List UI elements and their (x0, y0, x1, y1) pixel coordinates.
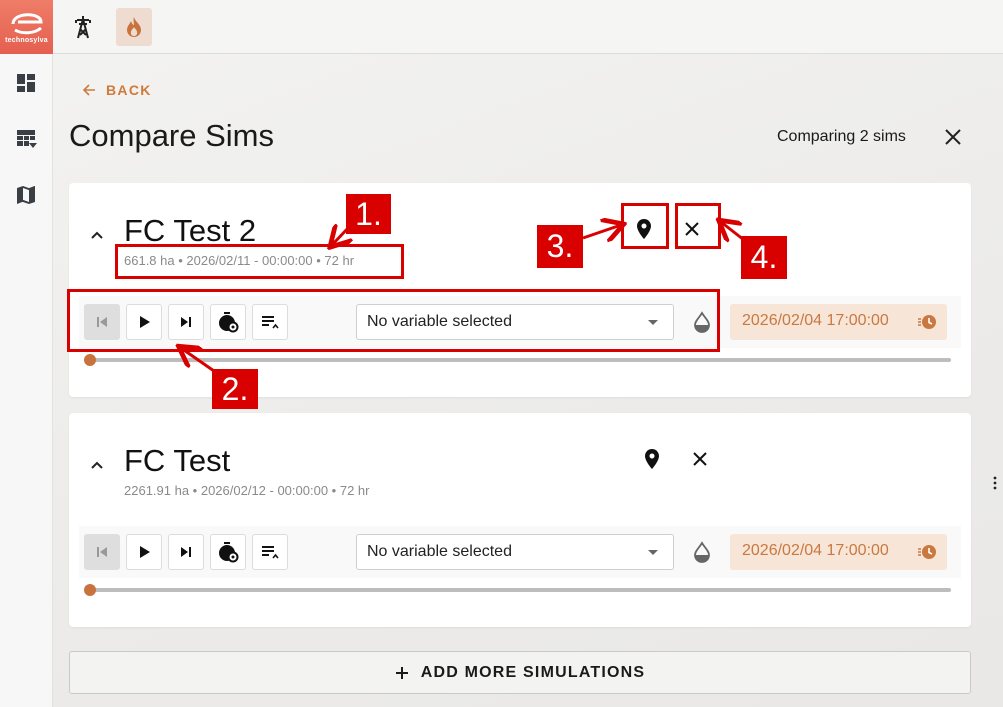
history-clock-icon (918, 315, 936, 329)
plus-icon (395, 666, 408, 679)
skip-end-button[interactable] (168, 534, 204, 570)
current-time-display[interactable]: 2026/02/04 17:00:00 (730, 304, 947, 340)
annotation-label-2: 2. (212, 369, 258, 409)
variable-select-value: No variable selected (367, 543, 512, 560)
remove-sim-icon[interactable] (688, 447, 712, 471)
arrow-left-icon (82, 84, 95, 96)
fire-button[interactable] (116, 8, 152, 46)
list-options-button[interactable] (252, 534, 288, 570)
comparing-count: Comparing 2 sims (777, 128, 906, 145)
back-button[interactable]: BACK (82, 80, 152, 100)
playback-controls: No variable selected 2026/02/04 17:00:00 (79, 526, 961, 578)
add-more-simulations-button[interactable]: ADD MORE SIMULATIONS (69, 651, 971, 694)
play-icon (140, 546, 150, 558)
annotation-label-3: 3. (537, 225, 583, 268)
logo-mark-icon (11, 13, 43, 35)
sim-card: FC Test 2261.91 ha • 2026/02/12 - 00:00:… (69, 413, 971, 627)
sidebar: technosylva (0, 0, 53, 707)
chevron-up-icon[interactable] (87, 455, 107, 475)
current-time: 2026/02/04 17:00:00 (742, 542, 889, 559)
annotation-label-1: 1. (346, 194, 391, 234)
timeline-slider-thumb[interactable] (84, 354, 96, 366)
annotation-box-controls (67, 289, 720, 352)
skip-next-icon (181, 547, 191, 557)
timeline-slider[interactable] (84, 354, 951, 366)
dashboard-icon[interactable] (14, 71, 38, 95)
skip-previous-icon (97, 547, 107, 557)
add-more-label: ADD MORE SIMULATIONS (420, 663, 646, 681)
skip-start-button[interactable] (84, 534, 120, 570)
current-time-display[interactable]: 2026/02/04 17:00:00 (730, 534, 947, 570)
sim-title: FC Test (124, 443, 231, 478)
map-icon[interactable] (14, 183, 38, 207)
power-tower-icon (75, 16, 91, 39)
dropdown-arrow-icon (648, 550, 658, 555)
opacity-drop-icon[interactable] (691, 541, 713, 563)
history-clock-icon (918, 545, 936, 559)
chevron-up-icon[interactable] (87, 225, 107, 245)
location-pin-icon[interactable] (640, 447, 664, 471)
top-bar (53, 0, 1003, 54)
current-time: 2026/02/04 17:00:00 (742, 312, 889, 329)
annotation-label-4: 4. (741, 236, 787, 279)
technosylva-logo[interactable]: technosylva (0, 0, 53, 54)
close-compare-icon[interactable] (942, 126, 964, 148)
sim-meta: 2261.91 ha • 2026/02/12 - 00:00:00 • 72 … (124, 483, 370, 498)
timer-settings-icon (219, 542, 239, 563)
timer-settings-button[interactable] (210, 534, 246, 570)
play-button[interactable] (126, 534, 162, 570)
page-title: Compare Sims (69, 118, 274, 153)
annotation-box-sim-info (115, 244, 404, 279)
timeline-slider-thumb[interactable] (84, 584, 96, 596)
annotation-box-pin (621, 203, 669, 249)
timeline-slider[interactable] (84, 584, 951, 596)
logo-text: technosylva (5, 37, 48, 44)
table-filter-icon[interactable] (14, 127, 38, 151)
annotation-box-close (675, 203, 721, 249)
variable-select[interactable]: No variable selected (356, 534, 674, 570)
back-label: BACK (106, 82, 152, 98)
more-vert-icon[interactable] (990, 474, 1000, 492)
list-sort-icon (262, 546, 279, 559)
fire-icon (127, 17, 141, 37)
power-tower-button[interactable] (65, 8, 101, 46)
